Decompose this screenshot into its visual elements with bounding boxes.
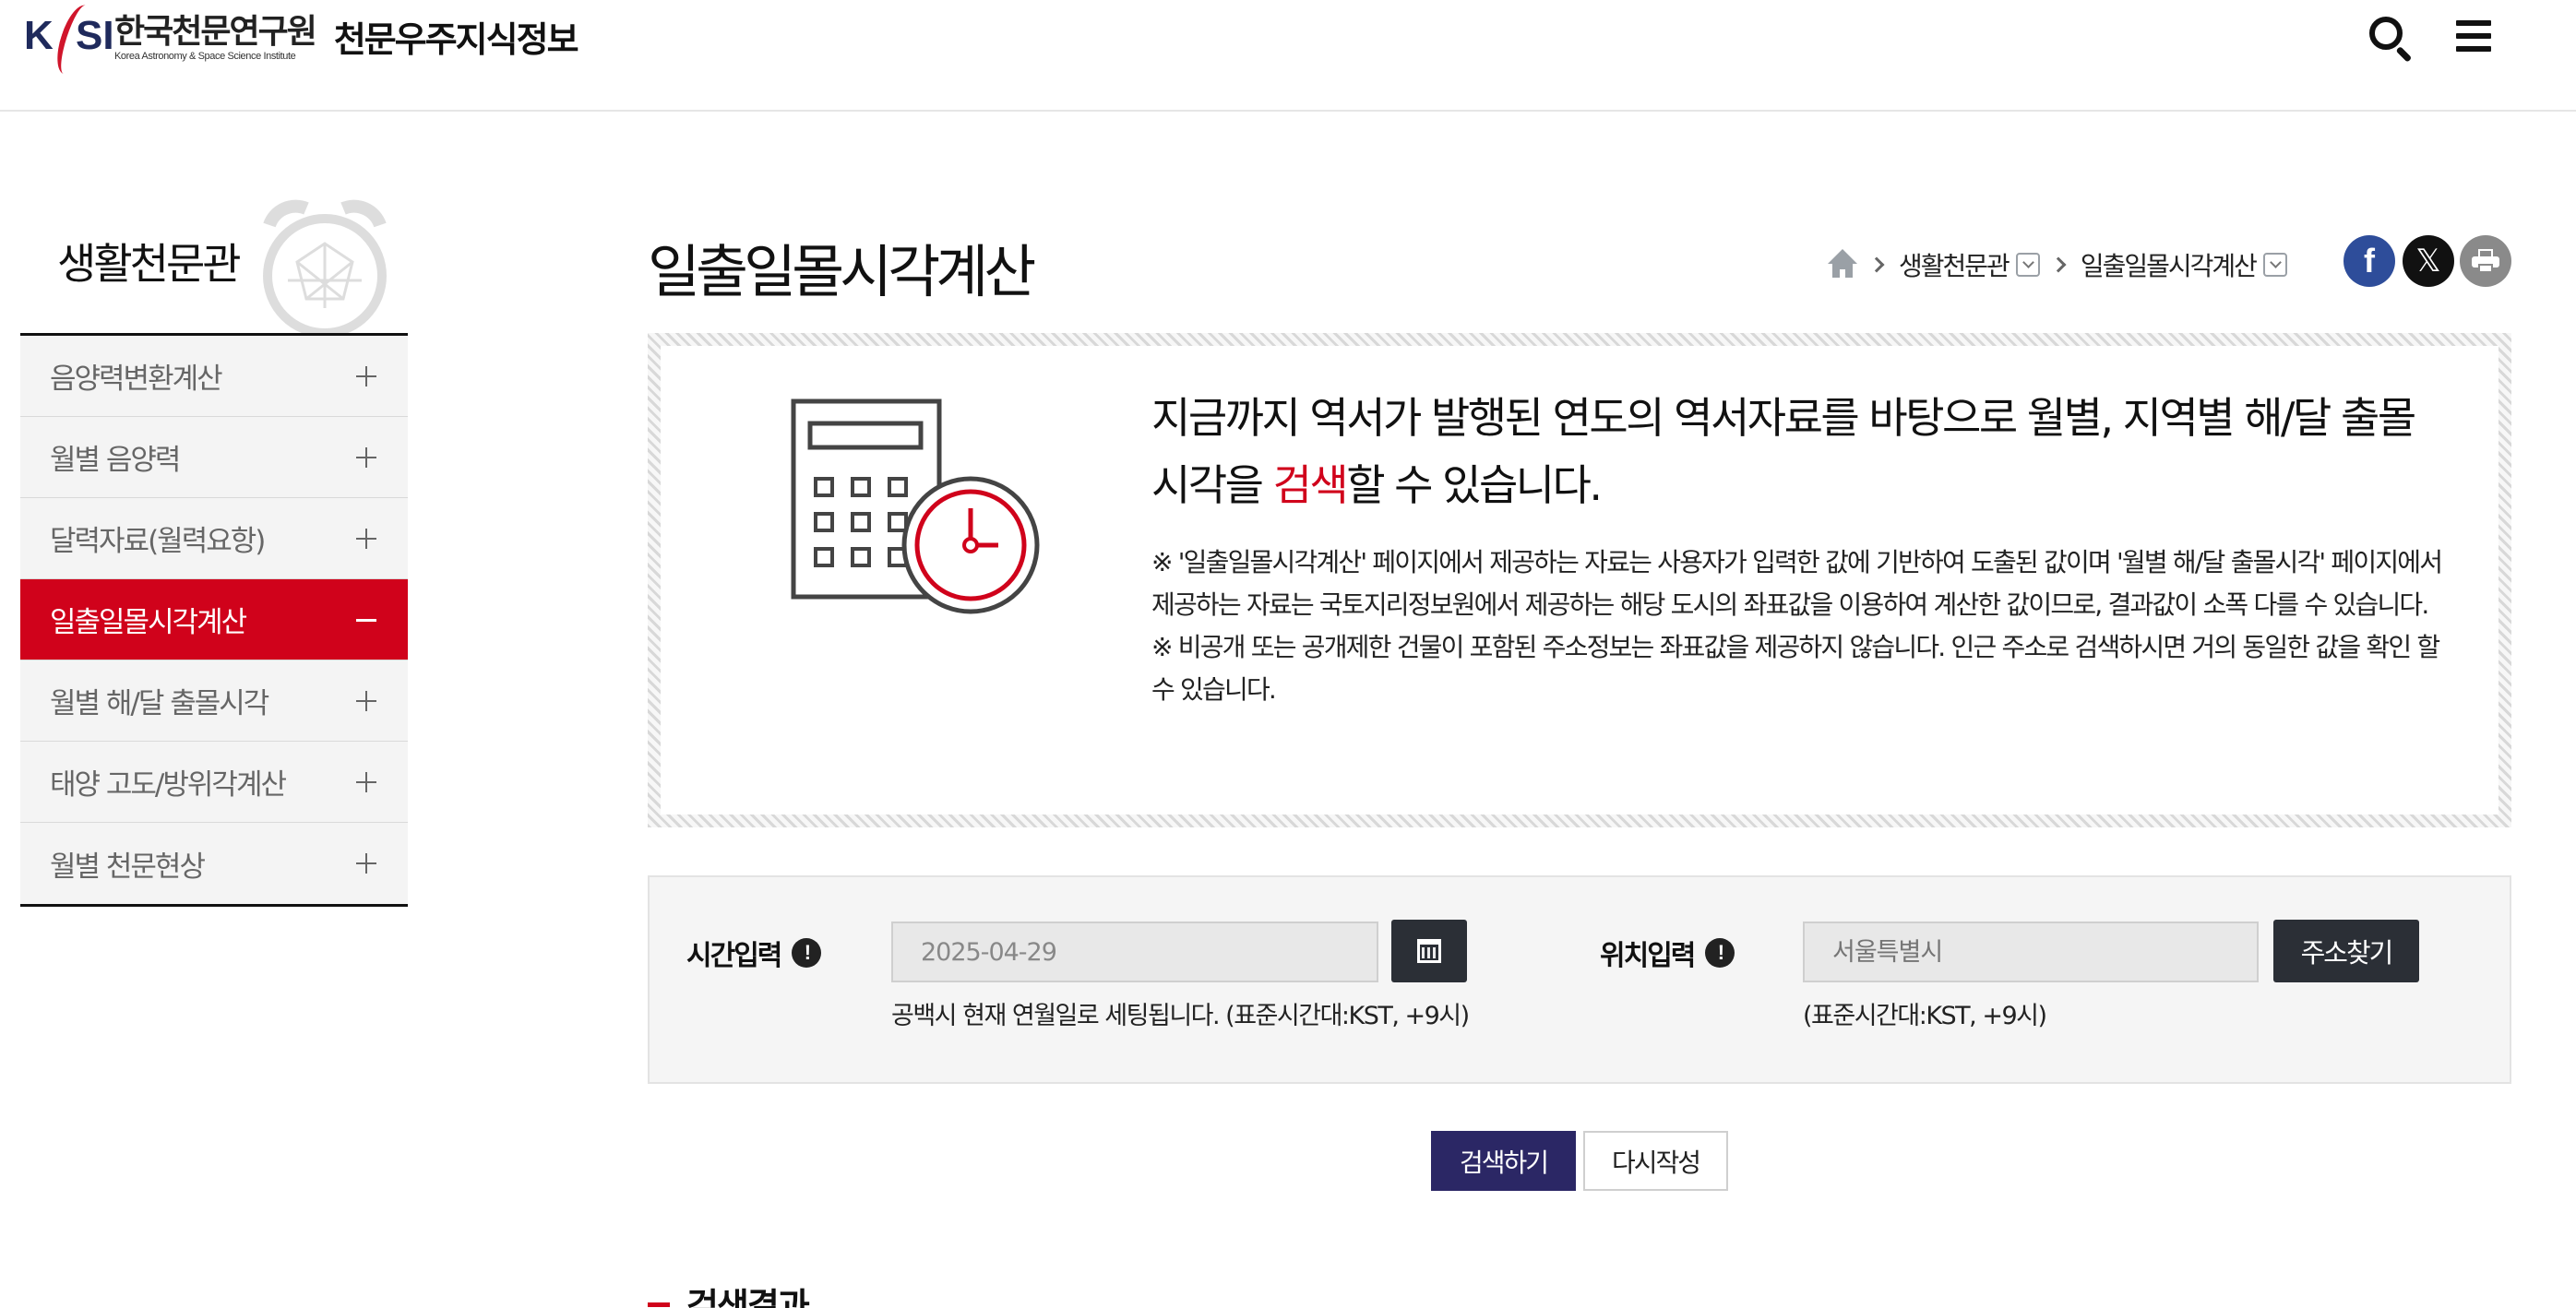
sidebar-header: 생활천문관 bbox=[20, 175, 408, 338]
x-share-icon[interactable]: 𝕏 bbox=[2403, 235, 2454, 287]
sidebar-item-label: 음양력변환계산 bbox=[50, 363, 223, 396]
minus-icon bbox=[356, 610, 376, 630]
sidebar-item-label: 월별 음양력 bbox=[50, 444, 181, 477]
org-name-block: 한국천문연구원 Korea Astronomy & Space Science … bbox=[114, 13, 317, 63]
print-button[interactable] bbox=[2460, 235, 2511, 287]
printer-icon bbox=[2472, 249, 2499, 273]
location-input-label: 위치입력 ! bbox=[1600, 933, 1735, 973]
reset-button[interactable]: 다시작성 bbox=[1583, 1131, 1728, 1191]
sidebar-item-label: 월별 천문현상 bbox=[50, 850, 206, 884]
alarm-clock-icon bbox=[263, 199, 387, 338]
time-input-label: 시간입력 ! bbox=[686, 933, 822, 973]
plus-icon bbox=[356, 366, 376, 386]
info-icon[interactable]: ! bbox=[1705, 938, 1735, 968]
intro-note: ※ '일출일몰시각계산' 페이지에서 제공하는 자료는 사용자가 입력한 값에 … bbox=[1151, 547, 2443, 620]
time-hint: 공백시 현재 연월일로 세팅됩니다. (표준시간대:KST, +9시) bbox=[891, 1002, 1470, 1030]
plus-icon bbox=[356, 853, 376, 874]
intro-headline: 지금까지 역서가 발행된 연도의 역서자료를 바탕으로 월별, 지역별 해/달 … bbox=[1151, 393, 2416, 510]
sidebar-item-monthly-rise-set[interactable]: 월별 해/달 출몰시각 bbox=[20, 660, 408, 742]
plus-icon bbox=[356, 447, 376, 468]
breadcrumb: 생활천문관 일출일몰시각계산 bbox=[1827, 242, 2287, 288]
find-address-button[interactable]: 주소찾기 bbox=[2273, 920, 2419, 982]
chevron-right-icon bbox=[2050, 256, 2067, 273]
location-hint: (표준시간대:KST, +9시) bbox=[1803, 1002, 2047, 1030]
plus-icon bbox=[356, 529, 376, 549]
site-title: 천문우주지식정보 bbox=[333, 18, 579, 60]
result-heading-text: 검색결과 bbox=[686, 1286, 810, 1308]
plus-icon bbox=[356, 772, 376, 792]
chevron-down-icon[interactable] bbox=[2262, 253, 2287, 277]
breadcrumb-level2[interactable]: 일출일몰시각계산 bbox=[2081, 246, 2258, 283]
chevron-down-icon[interactable] bbox=[2015, 253, 2040, 277]
kasi-logo-mark: K SI bbox=[24, 0, 114, 79]
sidebar-title: 생활천문관 bbox=[57, 239, 242, 289]
org-name: 한국천문연구원 bbox=[114, 13, 317, 51]
sidebar-item-label: 월별 해/달 출몰시각 bbox=[50, 687, 269, 720]
sidebar-menu: 음양력변환계산 월별 음양력 달력자료(월력요항) 일출일몰시각계산 월별 해/… bbox=[20, 333, 408, 907]
sidebar-item-sunrise-sunset[interactable]: 일출일몰시각계산 bbox=[20, 579, 408, 660]
result-heading: 검색결과 bbox=[648, 1286, 810, 1308]
sidebar-item-label: 일출일몰시각계산 bbox=[50, 606, 247, 639]
search-form: 시간입력 ! 공백시 현재 연월일로 세팅됩니다. (표준시간대:KST, +9… bbox=[648, 875, 2511, 1084]
intro-notes: ※ '일출일몰시각계산' 페이지에서 제공하는 자료는 사용자가 입력한 값에 … bbox=[1151, 541, 2443, 711]
calculator-clock-icon bbox=[791, 398, 1040, 614]
calendar-icon bbox=[1417, 939, 1441, 963]
kasi-logo[interactable]: K SI 한국천문연구원 Korea Astronomy & Space Scie… bbox=[24, 0, 579, 79]
hamburger-menu-icon[interactable] bbox=[2456, 18, 2493, 55]
intro-note: ※ 비공개 또는 공개제한 건물이 포함된 주소정보는 좌표값을 제공하지 않습… bbox=[1151, 632, 2440, 705]
site-header: K SI 한국천문연구원 Korea Astronomy & Space Scie… bbox=[0, 0, 2576, 112]
chevron-right-icon bbox=[1868, 256, 1885, 273]
page-title: 일출일몰시각계산 bbox=[648, 238, 1036, 305]
sidebar-item-label: 태양 고도/방위각계산 bbox=[50, 768, 287, 802]
intro-highlight: 검색 bbox=[1272, 460, 1349, 510]
org-name-en: Korea Astronomy & Space Science Institut… bbox=[114, 51, 296, 62]
search-icon[interactable] bbox=[2367, 15, 2415, 63]
sidebar-item-sun-altitude[interactable]: 태양 고도/방위각계산 bbox=[20, 742, 408, 823]
plus-icon bbox=[356, 691, 376, 711]
home-icon[interactable] bbox=[1827, 249, 1858, 280]
date-input[interactable] bbox=[891, 922, 1378, 982]
info-icon[interactable]: ! bbox=[792, 938, 822, 968]
sidebar-item-label: 달력자료(월력요항) bbox=[50, 525, 266, 558]
breadcrumb-level1[interactable]: 생활천문관 bbox=[1899, 246, 2010, 283]
search-button[interactable]: 검색하기 bbox=[1431, 1131, 1576, 1191]
sidebar-item-lunar-solar-convert[interactable]: 음양력변환계산 bbox=[20, 336, 408, 417]
sidebar-item-astronomical-events[interactable]: 월별 천문현상 bbox=[20, 823, 408, 904]
facebook-share-icon[interactable]: f bbox=[2343, 235, 2395, 287]
sidebar-item-almanac[interactable]: 달력자료(월력요항) bbox=[20, 498, 408, 579]
location-input[interactable] bbox=[1803, 922, 2259, 982]
sidebar-item-monthly-calendar[interactable]: 월별 음양력 bbox=[20, 417, 408, 498]
intro-box: 지금까지 역서가 발행된 연도의 역서자료를 바탕으로 월별, 지역별 해/달 … bbox=[648, 333, 2511, 827]
calendar-button[interactable] bbox=[1391, 920, 1467, 982]
